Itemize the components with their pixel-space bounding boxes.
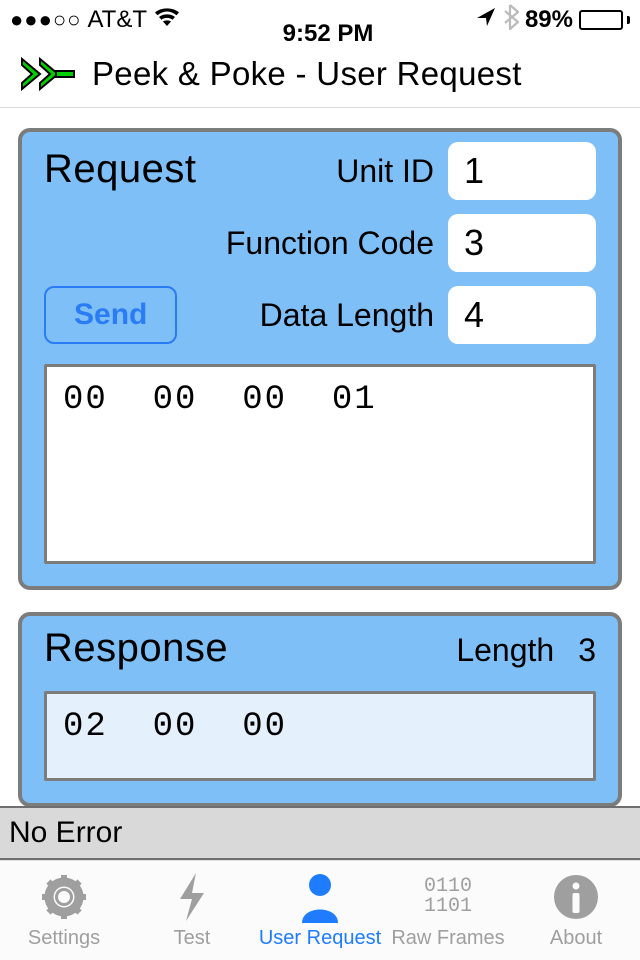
error-bar: No Error bbox=[0, 806, 640, 860]
tab-settings[interactable]: Settings bbox=[0, 861, 128, 960]
tab-user-request[interactable]: User Request bbox=[256, 861, 384, 960]
bolt-icon bbox=[172, 871, 212, 923]
tab-label: Test bbox=[174, 927, 211, 950]
gear-icon bbox=[40, 871, 88, 923]
response-length-value: 3 bbox=[578, 632, 596, 669]
person-icon bbox=[298, 871, 342, 923]
response-hex-box: 02 00 00 bbox=[44, 691, 596, 781]
battery-percent: 89% bbox=[525, 6, 573, 34]
response-title: Response bbox=[44, 626, 228, 671]
send-button[interactable]: Send bbox=[44, 286, 177, 344]
function-code-label: Function Code bbox=[226, 225, 434, 262]
request-panel: Request Unit ID Function Code Send Data … bbox=[18, 128, 622, 590]
data-length-label: Data Length bbox=[260, 297, 434, 334]
tab-raw-frames[interactable]: 01101101 Raw Frames bbox=[384, 861, 512, 960]
info-icon bbox=[552, 871, 600, 923]
tab-about[interactable]: About bbox=[512, 861, 640, 960]
wifi-icon bbox=[153, 6, 181, 35]
page-title: Peek & Poke - User Request bbox=[92, 55, 522, 93]
status-right: 89% bbox=[475, 4, 630, 37]
unit-id-field[interactable] bbox=[448, 142, 596, 200]
tab-bar: Settings Test User Request 01101101 Raw … bbox=[0, 860, 640, 960]
content-area: Request Unit ID Function Code Send Data … bbox=[0, 108, 640, 806]
unit-id-label: Unit ID bbox=[336, 153, 434, 190]
tab-label: Settings bbox=[28, 927, 100, 950]
carrier-label: AT&T bbox=[87, 6, 147, 34]
app-logo-arrows-icon bbox=[18, 53, 78, 95]
tab-test[interactable]: Test bbox=[128, 861, 256, 960]
error-text: No Error bbox=[9, 816, 122, 850]
response-length-label: Length bbox=[456, 632, 554, 669]
response-panel: Response Length 3 02 00 00 bbox=[18, 612, 622, 806]
binary-bottom: 1101 bbox=[424, 895, 472, 918]
data-length-field[interactable] bbox=[448, 286, 596, 344]
status-left: ●●●○○ AT&T bbox=[10, 6, 181, 35]
nav-bar: Peek & Poke - User Request bbox=[0, 40, 640, 108]
request-title: Request bbox=[44, 147, 196, 192]
signal-dots: ●●●○○ bbox=[10, 7, 81, 33]
tab-label: Raw Frames bbox=[391, 927, 504, 950]
location-icon bbox=[475, 6, 497, 35]
request-hex-box[interactable]: 00 00 00 01 bbox=[44, 364, 596, 564]
tab-label: About bbox=[550, 927, 602, 950]
binary-icon: 01101101 bbox=[424, 871, 472, 923]
bluetooth-icon bbox=[503, 4, 519, 37]
status-bar: ●●●○○ AT&T 9:52 PM 89% bbox=[0, 0, 640, 40]
tab-label: User Request bbox=[259, 927, 381, 950]
function-code-field[interactable] bbox=[448, 214, 596, 272]
status-time: 9:52 PM bbox=[181, 20, 475, 48]
battery-icon bbox=[579, 10, 630, 30]
